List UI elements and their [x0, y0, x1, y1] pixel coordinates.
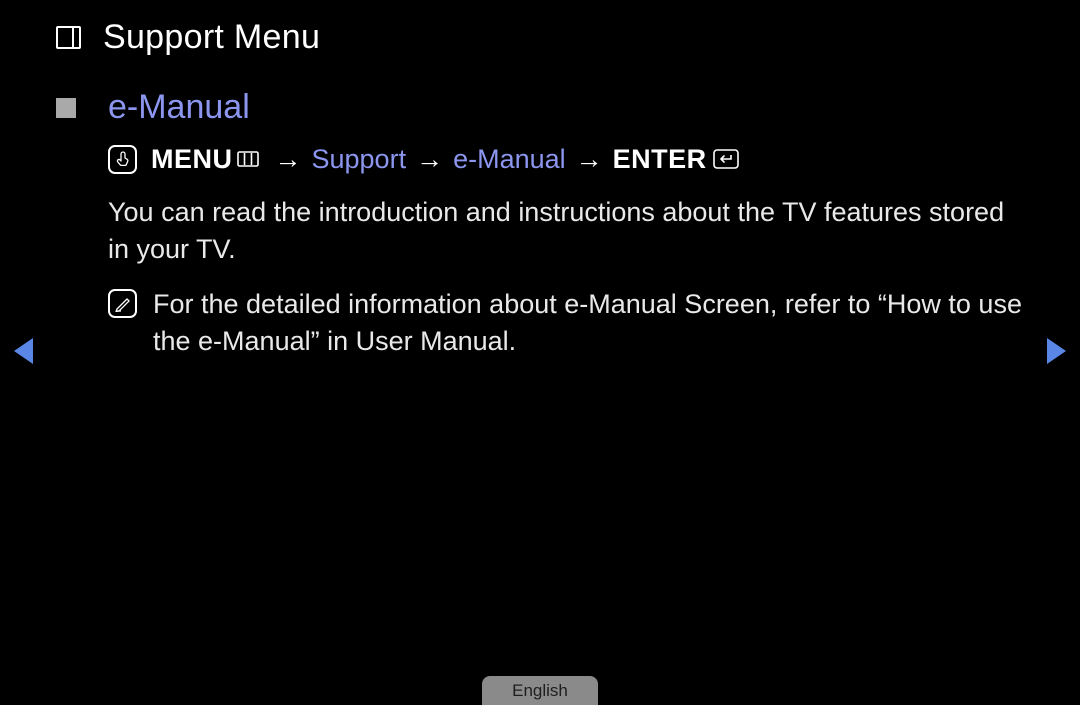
section-header: e-Manual: [56, 88, 1024, 127]
triangle-right-icon: [1047, 338, 1066, 364]
path-support: Support: [312, 142, 407, 176]
chapter-title: Support Menu: [103, 18, 320, 57]
path-emanual: e-Manual: [453, 142, 566, 176]
emanual-page: Support Menu e-Manual MENU: [0, 0, 1080, 705]
arrow-icon: →: [275, 142, 302, 176]
menu-path: MENU → Support → e-Manual → ENTER: [108, 142, 1024, 176]
note-icon: [108, 289, 137, 318]
book-icon: [56, 26, 81, 49]
arrow-icon: →: [576, 142, 603, 176]
arrow-icon: →: [416, 142, 443, 176]
enter-key-label: ENTER: [613, 142, 707, 176]
language-label: English: [512, 681, 568, 701]
description-text: You can read the introduction and instru…: [108, 194, 1018, 268]
language-badge[interactable]: English: [482, 676, 598, 705]
chapter-header: Support Menu: [56, 18, 320, 57]
nav-prev-button[interactable]: [14, 338, 33, 364]
triangle-left-icon: [14, 338, 33, 364]
enter-key-icon: [713, 149, 739, 169]
section-title: e-Manual: [108, 88, 250, 127]
bullet-square-icon: [56, 98, 76, 118]
nav-next-button[interactable]: [1047, 338, 1066, 364]
note-text: For the detailed information about e-Man…: [153, 286, 1023, 360]
section-body: MENU → Support → e-Manual → ENTER: [108, 142, 1024, 360]
menu-key-label: MENU: [151, 142, 233, 176]
menu-bars-icon: [237, 151, 259, 167]
note-row: For the detailed information about e-Man…: [108, 286, 1024, 360]
section: e-Manual MENU → Support: [56, 88, 1024, 360]
hand-press-icon: [108, 145, 137, 174]
